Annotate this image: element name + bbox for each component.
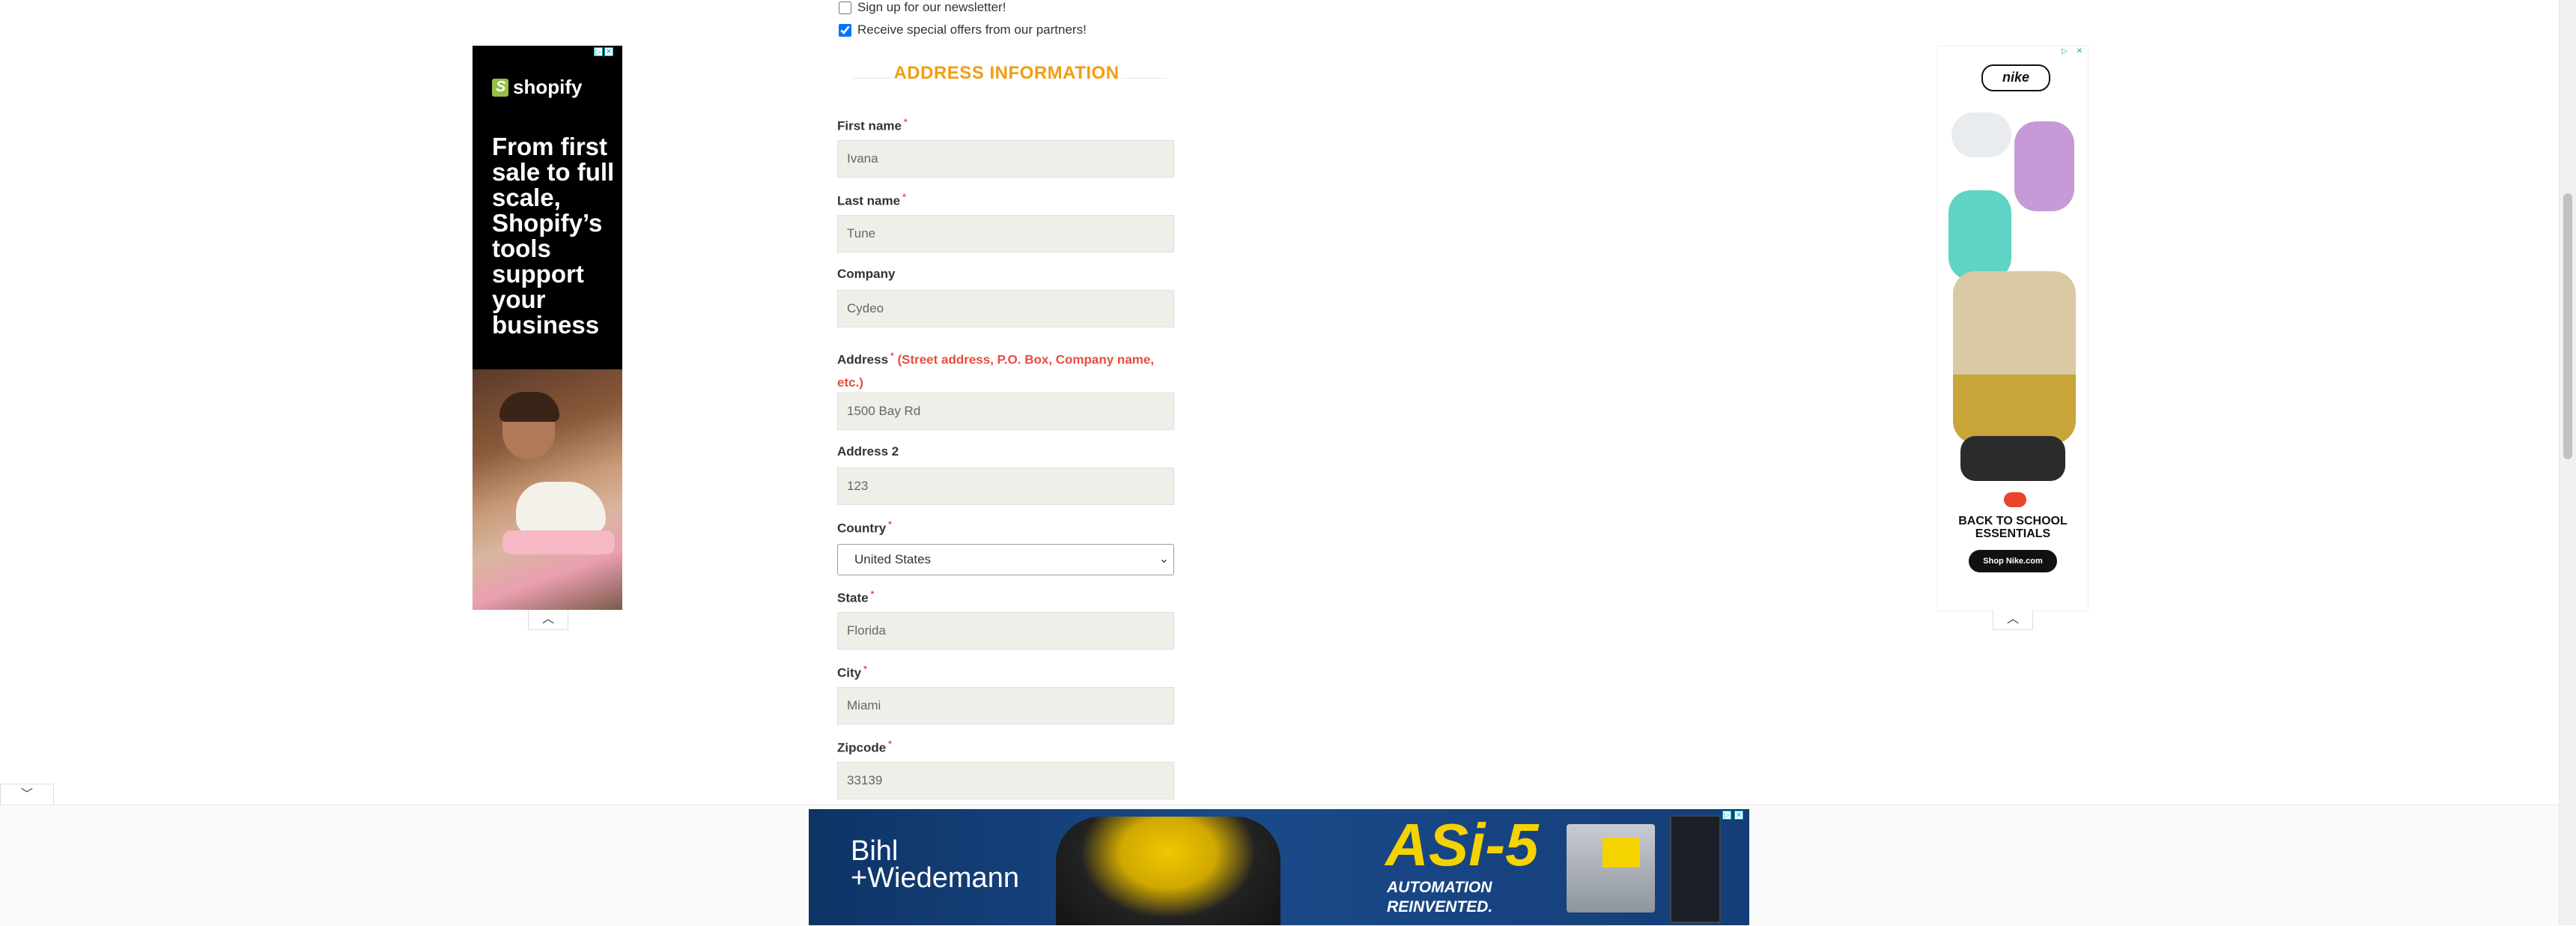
state-field[interactable]: Florida <box>837 612 1174 650</box>
sneaker-sole <box>502 530 615 554</box>
address-field[interactable]: 1500 Bay Rd <box>837 393 1174 430</box>
first-name-field[interactable]: Ivana <box>837 140 1174 178</box>
address-label-text: Address <box>837 352 889 367</box>
company-field[interactable]: Cydeo <box>837 290 1174 327</box>
shop-nike-button[interactable]: Shop Nike.com <box>1969 550 2057 572</box>
shopify-ad[interactable]: shopify From first sale to full scale, S… <box>473 46 622 610</box>
company-label-text: Company <box>837 267 896 281</box>
product-tagline: AUTOMATION REINVENTED. <box>1387 878 1492 917</box>
first-name-label-text: First name <box>837 118 902 133</box>
nike-ad[interactable]: nike BACK TO SCHOOL ESSENTIALS Shop Nike… <box>1937 46 2089 611</box>
city-label: City * <box>837 664 867 681</box>
country-select[interactable]: United States ⌄ <box>837 544 1174 575</box>
newsletter-checkbox-row[interactable]: Sign up for our newsletter! <box>837 0 1006 15</box>
address-label: Address * (Street address, P.O. Box, Comp… <box>837 345 1176 394</box>
dunk-sneakers-image <box>1960 436 2065 481</box>
robot-image <box>1056 817 1281 925</box>
chevron-up-icon: ︿ <box>541 613 554 626</box>
required-mark: * <box>888 519 892 530</box>
zipcode-label-text: Zipcode <box>837 740 887 755</box>
adchoices-icon[interactable]: ▷ <box>594 47 603 56</box>
last-name-label-text: Last name <box>837 193 901 208</box>
special-offers-checkbox-row[interactable]: Receive special offers from our partners… <box>837 22 1087 37</box>
device-image <box>1567 824 1655 913</box>
scrollbar-thumb[interactable] <box>2563 193 2572 459</box>
first-name-label: First name * <box>837 117 908 134</box>
close-icon[interactable]: ✕ <box>2075 47 2084 56</box>
city-label-text: City <box>837 665 862 680</box>
last-name-field[interactable]: Tune <box>837 215 1174 252</box>
shopify-tagline: From first sale to full scale, Shopify’s… <box>492 133 615 339</box>
device-screen <box>1603 838 1640 868</box>
bihl-wiedemann-logo: Bihl +Wiedemann <box>851 837 1019 894</box>
chevron-up-icon: ︿ <box>2006 613 2019 626</box>
person-hair <box>499 392 559 422</box>
adchoices-icon[interactable]: ▷ <box>2060 47 2069 56</box>
address-hint: (Street address, P.O. Box, Company name, <box>897 352 1155 367</box>
adchoices-icon[interactable]: ▷ <box>1722 811 1731 820</box>
expand-bottom-ad-button[interactable]: ﹀ <box>0 784 54 805</box>
module-image <box>1670 815 1721 923</box>
sneaker <box>516 482 606 534</box>
address2-field[interactable]: 123 <box>837 467 1174 505</box>
required-mark: * <box>888 739 892 749</box>
nike-headline: BACK TO SCHOOL ESSENTIALS <box>1938 515 2088 540</box>
address2-label-text: Address 2 <box>837 444 899 459</box>
city-field[interactable]: Miami <box>837 687 1174 724</box>
tagline-line2: REINVENTED. <box>1387 898 1493 916</box>
shopify-logo: shopify <box>492 76 582 99</box>
address-hint-cont: etc.) <box>837 375 863 390</box>
headline-line1: BACK TO SCHOOL <box>1958 515 2068 527</box>
teal-backpack-image <box>1948 190 2011 280</box>
special-offers-label: Receive special offers from our partners… <box>857 22 1087 37</box>
shopify-ad-image <box>473 369 622 610</box>
close-icon[interactable]: ✕ <box>1734 811 1743 820</box>
headline-line2: ESSENTIALS <box>1975 527 2051 540</box>
required-mark: * <box>903 117 908 127</box>
address2-label: Address 2 <box>837 444 899 459</box>
sneaker-image <box>1951 112 2011 157</box>
state-label: State * <box>837 589 874 606</box>
state-label-text: State <box>837 590 869 605</box>
divider <box>1122 78 1167 79</box>
tagline-line1: AUTOMATION <box>1387 879 1492 896</box>
section-title: ADDRESS INFORMATION <box>893 63 1120 83</box>
divider <box>854 78 899 79</box>
required-mark: * <box>863 664 867 674</box>
required-mark: * <box>890 351 894 361</box>
product-name: ASi-5 <box>1385 811 1539 878</box>
company-label: Company <box>837 267 895 282</box>
shopify-bag-icon <box>492 78 508 97</box>
newsletter-checkbox[interactable] <box>839 1 851 14</box>
collapse-left-ad-button[interactable]: ︿ <box>528 610 568 630</box>
zipcode-label: Zipcode * <box>837 739 892 756</box>
special-offers-checkbox[interactable] <box>839 23 851 37</box>
last-name-label: Last name * <box>837 192 906 209</box>
country-label: Country * <box>837 519 892 536</box>
country-selected-value: United States <box>854 552 932 566</box>
swoosh-icon <box>2004 492 2026 507</box>
bihl-wiedemann-ad[interactable]: Bihl +Wiedemann ASi-5 AUTOMATION REINVEN… <box>809 809 1749 925</box>
required-mark: * <box>870 589 875 599</box>
shopify-brand: shopify <box>513 76 583 98</box>
zipcode-field[interactable]: 33139 <box>837 762 1174 799</box>
brand-line2: +Wiedemann <box>851 862 1019 894</box>
required-mark: * <box>902 192 906 202</box>
collapse-right-ad-button[interactable]: ︿ <box>1993 610 2033 630</box>
newsletter-label: Sign up for our newsletter! <box>857 0 1006 14</box>
section-heading: ADDRESS INFORMATION <box>837 63 1176 84</box>
jacket-image <box>1953 271 2076 444</box>
country-label-text: Country <box>837 521 887 536</box>
chevron-down-icon: ⌄ <box>1158 553 1169 566</box>
purple-backpack-image <box>2014 121 2074 211</box>
chevron-down-icon: ﹀ <box>20 788 33 801</box>
page-scrollbar[interactable] <box>2559 0 2576 925</box>
close-icon[interactable]: ✕ <box>604 47 613 56</box>
nike-logo: nike <box>1981 64 2050 91</box>
